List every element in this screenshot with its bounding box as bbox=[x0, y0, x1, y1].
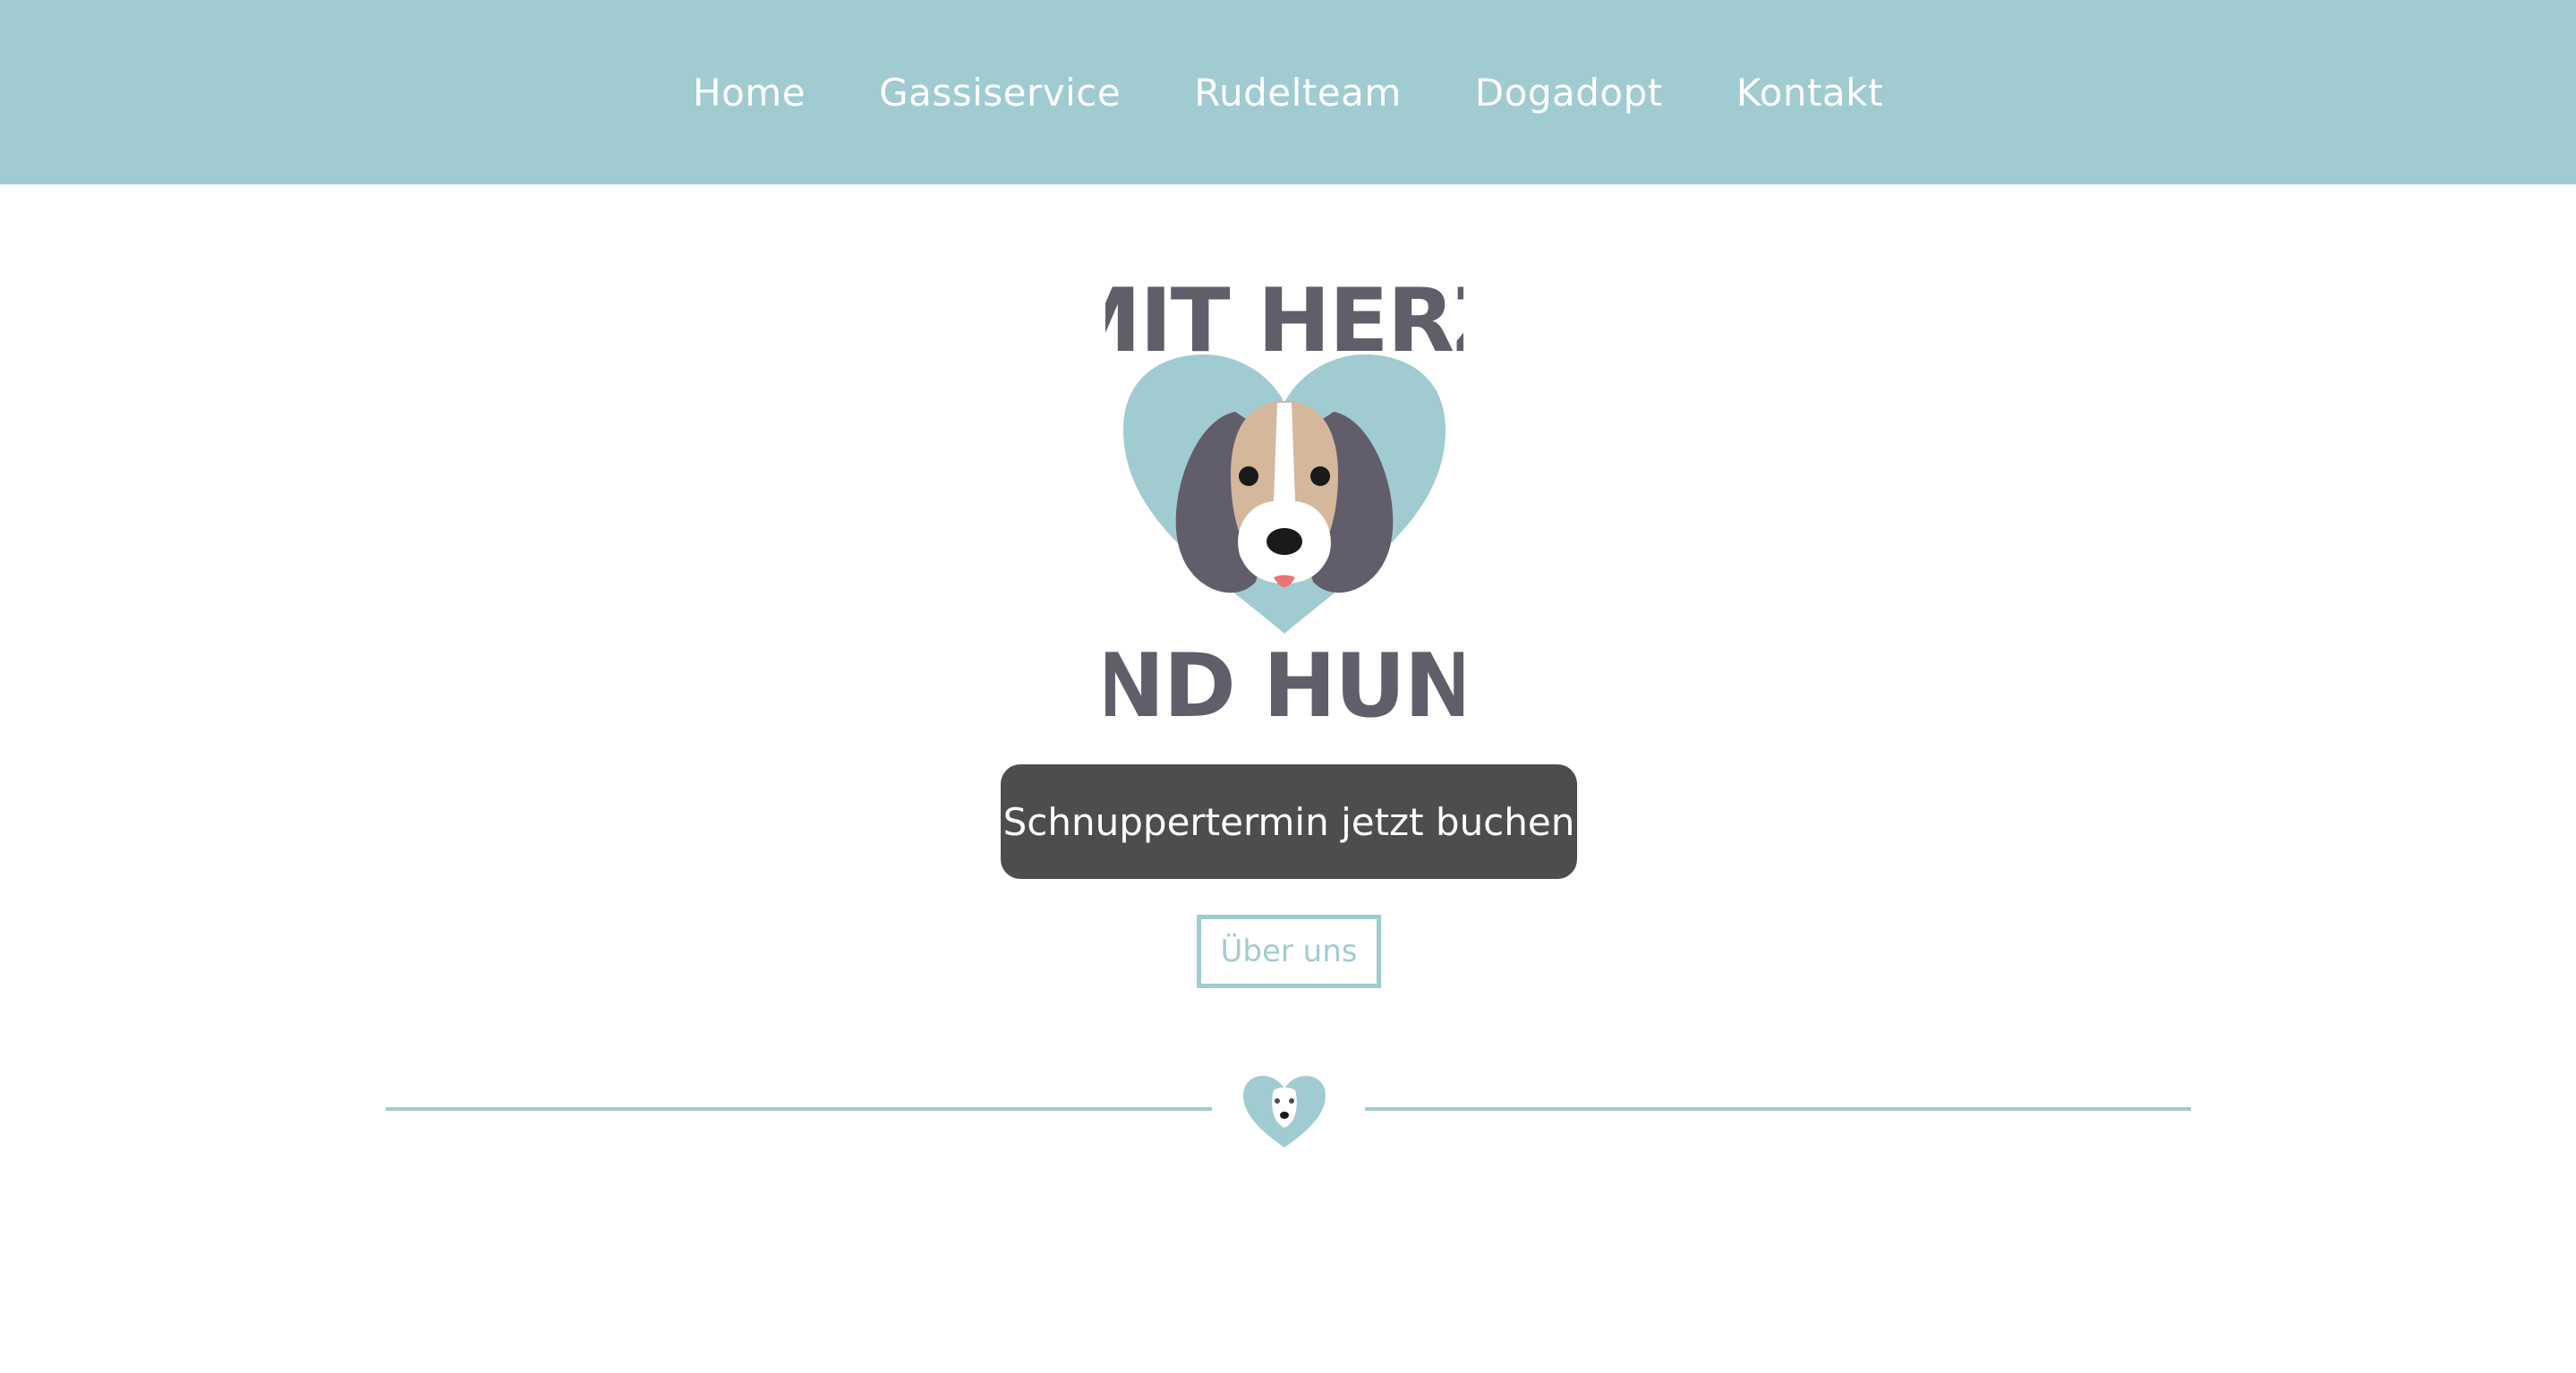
logo-text-top: MIT HERZ bbox=[1105, 270, 1463, 372]
divider-line-left bbox=[386, 1107, 1212, 1111]
book-trial-button[interactable]: Schnuppertermin jetzt buchen bbox=[1001, 764, 1577, 879]
divider-line-right bbox=[1365, 1107, 2191, 1111]
nav-item-dogadopt[interactable]: Dogadopt bbox=[1475, 71, 1663, 115]
logo-text-bottom: UND HUND bbox=[1105, 635, 1463, 725]
main-navigation: Home Gassiservice Rudelteam Dogadopt Kon… bbox=[0, 0, 2576, 184]
nav-item-gassiservice[interactable]: Gassiservice bbox=[879, 71, 1121, 115]
about-us-button[interactable]: Über uns bbox=[1197, 915, 1381, 988]
dog-heart-small-icon bbox=[1243, 1076, 1326, 1147]
top-navigation-bar: Home Gassiservice Rudelteam Dogadopt Kon… bbox=[0, 0, 2576, 184]
nav-item-rudelteam[interactable]: Rudelteam bbox=[1194, 71, 1402, 115]
nav-item-kontakt[interactable]: Kontakt bbox=[1736, 71, 1883, 115]
nav-item-home[interactable]: Home bbox=[693, 71, 806, 115]
dog-heart-icon bbox=[1123, 354, 1446, 634]
site-logo: MIT HERZ UND HUND bbox=[1105, 270, 1463, 725]
